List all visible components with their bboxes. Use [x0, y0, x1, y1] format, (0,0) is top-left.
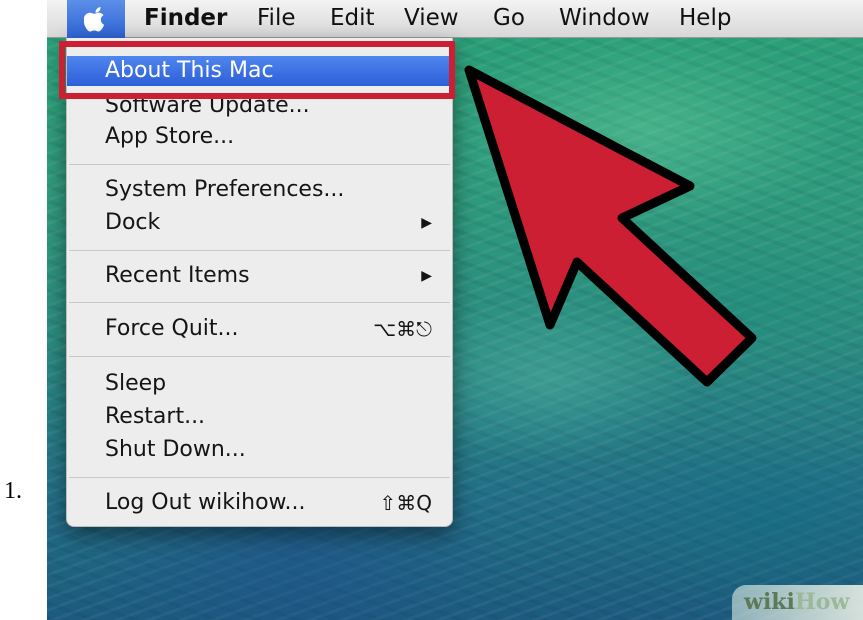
wikihow-watermark: wiki How — [732, 585, 863, 620]
watermark-part-1: wiki — [744, 589, 795, 615]
pointer-arrow-icon — [464, 65, 757, 387]
watermark-part-2: How — [795, 589, 850, 615]
list-number: 1. — [4, 478, 22, 504]
mac-desktop-screenshot: Finder File Edit View Go Window Help Abo… — [47, 0, 863, 620]
